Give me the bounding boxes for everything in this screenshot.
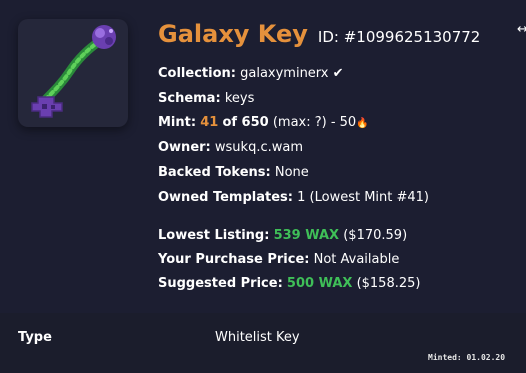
backed-value: None [274, 165, 309, 180]
flame-icon: 🔥 [356, 118, 369, 129]
suggested-price-label: Suggested Price: [158, 276, 283, 291]
collection-label: Collection: [158, 66, 236, 81]
mint-label: Mint: [158, 115, 197, 130]
asset-name: Galaxy Key [158, 20, 308, 48]
lowest-listing-wax[interactable]: 539 WAX [274, 228, 340, 243]
expand-icon[interactable]: ↔ [517, 22, 526, 37]
galaxy-key-image [31, 25, 116, 118]
templates-value: 1 (Lowest Mint #41) [297, 190, 430, 205]
owner-label: Owner: [158, 140, 211, 155]
attribute-type-label: Type [18, 330, 52, 345]
owner-value[interactable]: wsukq.c.wam [215, 140, 303, 155]
purchase-price-value: Not Available [313, 252, 400, 267]
backed-row: Backed Tokens: None [158, 163, 309, 183]
purchase-price-label: Your Purchase Price: [158, 252, 310, 267]
schema-label: Schema: [158, 91, 221, 106]
suggested-price-row: Suggested Price: 500 WAX ($158.25) [158, 274, 420, 294]
collection-value[interactable]: galaxyminerx [240, 66, 328, 81]
templates-label: Owned Templates: [158, 190, 293, 205]
lowest-listing-row: Lowest Listing: 539 WAX ($170.59) [158, 226, 407, 246]
backed-label: Backed Tokens: [158, 165, 271, 180]
suggested-price-wax: 500 WAX [286, 276, 353, 291]
mint-number: 41 [200, 115, 219, 130]
asset-title: Galaxy Key ID: #1099625130772 [158, 20, 480, 54]
schema-value[interactable]: keys [225, 91, 255, 106]
mint-row: Mint: 41 of 650 (max: ?) - 50🔥 [158, 113, 369, 133]
mint-supply: of 650 [222, 115, 269, 130]
owner-row: Owner: wsukq.c.wam [158, 138, 303, 158]
purchase-price-row: Your Purchase Price: Not Available [158, 250, 399, 270]
minted-date: Minted: 01.02.20 [428, 353, 506, 362]
templates-row: Owned Templates: 1 (Lowest Mint #41) [158, 188, 429, 208]
asset-id: ID: #1099625130772 [317, 28, 481, 46]
lowest-listing-label: Lowest Listing: [158, 228, 270, 243]
asset-thumbnail[interactable] [18, 19, 128, 127]
attribute-type-value: Whitelist Key [215, 330, 300, 345]
schema-row: Schema: keys [158, 89, 254, 109]
suggested-price-usd: ($158.25) [356, 276, 421, 291]
lowest-listing-usd: ($170.59) [343, 228, 408, 243]
mint-extra: (max: ?) - 50 [272, 115, 357, 130]
collection-row: Collection: galaxyminerx ✔ [158, 64, 344, 84]
verified-check-icon: ✔ [332, 66, 344, 81]
asset-card: Galaxy Key ID: #1099625130772 ↔ Collecti… [0, 0, 526, 313]
